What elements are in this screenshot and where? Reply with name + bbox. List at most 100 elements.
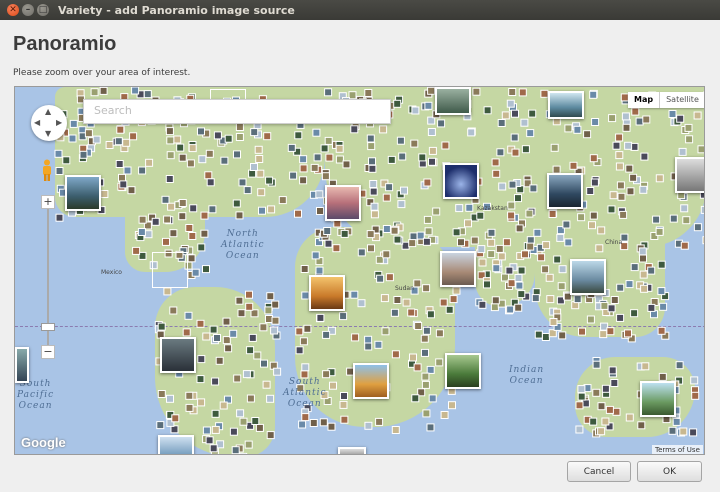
photo-marker[interactable]: [387, 155, 396, 164]
photo-marker[interactable]: [428, 146, 437, 155]
photo-marker[interactable]: [182, 328, 191, 337]
photo-marker[interactable]: [316, 207, 324, 215]
photo-thumbnail[interactable]: [15, 347, 29, 383]
zoom-out-button[interactable]: −: [41, 345, 55, 359]
photo-marker[interactable]: [315, 190, 324, 199]
photo-marker[interactable]: [246, 346, 255, 355]
photo-marker[interactable]: [245, 302, 254, 311]
photo-marker[interactable]: [340, 392, 348, 400]
photo-marker[interactable]: [236, 409, 245, 418]
photo-marker[interactable]: [90, 88, 99, 97]
photo-thumbnail[interactable]: [445, 353, 481, 389]
photo-marker[interactable]: [188, 232, 197, 240]
photo-marker[interactable]: [495, 244, 504, 253]
photo-marker[interactable]: [299, 337, 308, 346]
photo-marker[interactable]: [597, 427, 606, 436]
photo-marker[interactable]: [138, 166, 147, 175]
photo-marker[interactable]: [526, 129, 535, 138]
photo-marker[interactable]: [295, 346, 304, 355]
photo-marker[interactable]: [483, 280, 491, 289]
photo-marker[interactable]: [251, 417, 260, 425]
photo-marker[interactable]: [367, 142, 376, 151]
photo-marker[interactable]: [215, 356, 224, 365]
photo-marker[interactable]: [237, 309, 246, 318]
photo-marker[interactable]: [658, 372, 667, 381]
photo-marker[interactable]: [625, 413, 634, 422]
photo-marker[interactable]: [640, 152, 649, 161]
photo-marker[interactable]: [224, 344, 233, 353]
photo-marker[interactable]: [421, 380, 430, 389]
photo-marker[interactable]: [652, 215, 661, 224]
photo-marker[interactable]: [235, 133, 244, 141]
photo-marker[interactable]: [340, 229, 349, 238]
photo-marker[interactable]: [301, 363, 310, 372]
photo-marker[interactable]: [435, 329, 444, 338]
photo-marker[interactable]: [264, 306, 273, 315]
photo-marker[interactable]: [693, 111, 702, 120]
photo-marker[interactable]: [525, 209, 534, 218]
photo-marker[interactable]: [391, 350, 400, 359]
photo-marker[interactable]: [520, 118, 529, 127]
photo-marker[interactable]: [518, 88, 527, 97]
photo-marker[interactable]: [589, 417, 598, 426]
photo-marker[interactable]: [55, 213, 64, 222]
photo-marker[interactable]: [185, 403, 194, 412]
photo-marker[interactable]: [273, 367, 282, 376]
photo-marker[interactable]: [548, 210, 557, 218]
photo-marker[interactable]: [163, 287, 172, 296]
photo-marker[interactable]: [457, 238, 465, 247]
photo-marker[interactable]: [615, 151, 624, 160]
photo-marker[interactable]: [506, 305, 515, 314]
photo-marker[interactable]: [407, 308, 416, 317]
photo-marker[interactable]: [655, 174, 664, 183]
photo-marker[interactable]: [167, 202, 176, 211]
pan-up-icon[interactable]: ▲: [45, 107, 51, 116]
photo-marker[interactable]: [414, 322, 423, 330]
photo-marker[interactable]: [423, 178, 432, 187]
photo-thumbnail[interactable]: [65, 175, 101, 211]
photo-marker[interactable]: [426, 423, 435, 432]
photo-marker[interactable]: [287, 143, 296, 152]
photo-marker[interactable]: [409, 232, 418, 241]
photo-marker[interactable]: [250, 163, 258, 171]
photo-marker[interactable]: [229, 427, 238, 436]
photo-marker[interactable]: [339, 400, 348, 409]
photo-marker[interactable]: [669, 214, 678, 223]
photo-marker[interactable]: [209, 444, 218, 453]
photo-marker[interactable]: [197, 243, 206, 252]
photo-marker[interactable]: [589, 211, 598, 220]
photo-marker[interactable]: [132, 246, 141, 255]
photo-marker[interactable]: [659, 302, 668, 311]
photo-marker[interactable]: [464, 219, 472, 228]
photo-marker[interactable]: [163, 215, 172, 224]
photo-marker[interactable]: [617, 192, 626, 201]
photo-thumbnail[interactable]: [440, 251, 476, 287]
photo-marker[interactable]: [335, 144, 344, 153]
photo-marker[interactable]: [668, 426, 677, 435]
photo-marker[interactable]: [691, 391, 700, 400]
photo-marker[interactable]: [138, 215, 147, 224]
photo-marker[interactable]: [54, 149, 63, 158]
photo-marker[interactable]: [612, 141, 621, 150]
photo-marker[interactable]: [422, 326, 431, 335]
photo-marker[interactable]: [501, 111, 510, 120]
photo-marker[interactable]: [630, 309, 639, 318]
photo-marker[interactable]: [465, 203, 474, 212]
photo-marker[interactable]: [197, 398, 206, 407]
photo-marker[interactable]: [607, 304, 616, 313]
photo-marker[interactable]: [165, 175, 174, 183]
photo-marker[interactable]: [498, 182, 507, 191]
photo-marker[interactable]: [381, 327, 390, 336]
photo-marker[interactable]: [92, 135, 101, 144]
photo-marker[interactable]: [583, 130, 592, 139]
photo-marker[interactable]: [492, 169, 501, 178]
photo-marker[interactable]: [508, 88, 517, 96]
photo-marker[interactable]: [507, 279, 516, 288]
photo-marker[interactable]: [169, 229, 178, 238]
photo-marker[interactable]: [100, 190, 109, 198]
photo-marker[interactable]: [638, 247, 647, 256]
photo-marker[interactable]: [324, 239, 333, 248]
photo-marker[interactable]: [258, 206, 266, 215]
photo-marker[interactable]: [220, 156, 229, 165]
photo-marker[interactable]: [209, 325, 218, 334]
